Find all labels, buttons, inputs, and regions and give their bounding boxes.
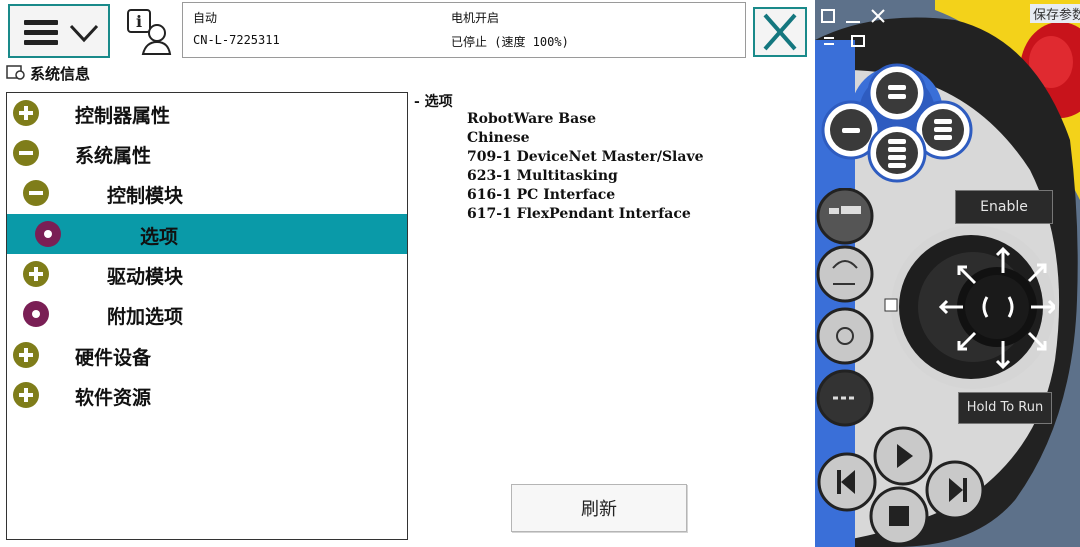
tree-item-label: 硬件设备 — [75, 347, 152, 369]
close-button[interactable] — [753, 7, 807, 57]
options-header: - 选项 — [414, 94, 453, 110]
refresh-button[interactable]: 刷新 — [511, 484, 687, 532]
run-status: 已停止 (速度 100%) — [451, 35, 569, 49]
collapse-icon[interactable] — [13, 140, 39, 166]
tree-item-label: 软件资源 — [75, 387, 152, 409]
tree-item-control-module[interactable]: 控制模块 — [7, 173, 407, 213]
leaf-node-icon — [35, 221, 61, 247]
tree-item-drive-module[interactable]: 驱动模块 — [7, 254, 407, 294]
hamburger-icon — [24, 20, 58, 50]
joystick[interactable] — [875, 225, 1055, 395]
tree-item-label: 控制模块 — [107, 185, 184, 207]
tree-item-additional-options[interactable]: 附加选项 — [7, 294, 407, 334]
option-item: 623-1 Multitasking — [467, 168, 618, 184]
enable-button[interactable]: Enable — [955, 190, 1053, 224]
pendant-window-controls — [816, 4, 896, 58]
pendant-side-buttons — [816, 188, 874, 427]
expand-icon[interactable] — [13, 382, 39, 408]
option-item: Chinese — [467, 130, 530, 146]
page-title-text: 系统信息 — [30, 64, 91, 83]
expand-icon[interactable] — [13, 100, 39, 126]
expand-icon[interactable] — [13, 342, 39, 368]
tree-item-label: 驱动模块 — [107, 266, 184, 288]
close-icon — [763, 13, 797, 51]
option-item: 709-1 DeviceNet Master/Slave — [467, 149, 704, 165]
window-controls-icons — [821, 9, 885, 47]
status-bar[interactable]: 自动 CN-L-7225311 电机开启 已停止 (速度 100%) — [182, 2, 914, 58]
tree-item-label: 选项 — [140, 226, 179, 248]
chevron-down-icon — [69, 24, 99, 43]
system-info-small-icon — [6, 65, 25, 80]
controller-id: CN-L-7225311 — [193, 33, 280, 47]
expand-icon[interactable] — [23, 261, 49, 287]
tree-item-label: 系统属性 — [75, 145, 152, 167]
main-menu-button[interactable] — [8, 4, 110, 58]
tree-item-hardware-devices[interactable]: 硬件设备 — [7, 335, 407, 375]
tree-item-options[interactable]: 选项 — [7, 214, 407, 254]
option-item: 616-1 PC Interface — [467, 187, 616, 203]
page-title: 系统信息 — [6, 62, 90, 84]
option-item: 617-1 FlexPendant Interface — [467, 206, 691, 222]
svg-text:i: i — [136, 12, 142, 31]
motor-state: 电机开启 — [451, 11, 500, 25]
system-info-icon[interactable]: i — [126, 8, 172, 56]
tree-item-label: 控制器属性 — [75, 105, 171, 127]
collapse-icon[interactable] — [23, 180, 49, 206]
program-control-buttons — [817, 426, 985, 546]
options-detail: - 选项 RobotWare Base Chinese 709-1 Device… — [414, 91, 703, 222]
operating-mode: 自动 — [193, 11, 218, 25]
tree-panel[interactable]: 控制器属性 系统属性 控制模块 选项 驱动模块 附加选项 硬件设备 软件资源 — [6, 92, 408, 540]
option-item: RobotWare Base — [467, 111, 596, 127]
save-parameters-label[interactable]: 保存参数 — [1030, 4, 1080, 23]
tree-item-system-properties[interactable]: 系统属性 — [7, 133, 407, 173]
tree-item-controller-properties[interactable]: 控制器属性 — [7, 93, 407, 133]
tree-item-label: 附加选项 — [107, 306, 184, 328]
tree-item-software-resources[interactable]: 软件资源 — [7, 375, 407, 415]
leaf-node-icon — [23, 301, 49, 327]
pendant-button-cluster — [821, 63, 973, 183]
